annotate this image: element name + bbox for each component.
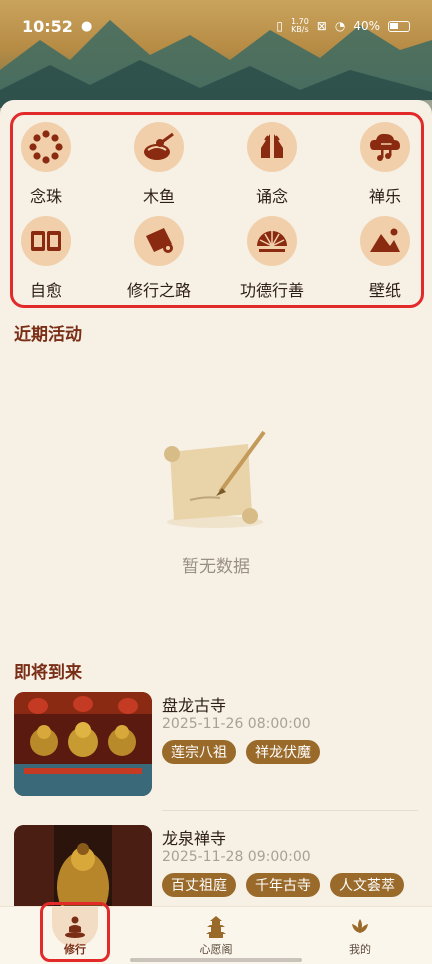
event-tag: 千年古寺 xyxy=(246,873,320,897)
event-tag: 祥龙伏魔 xyxy=(246,740,320,764)
main-content: 念珠 木鱼 诵念 禅乐 自愈 修行之路 功德行善 壁纸 近期活动 暂无数据 即将… xyxy=(0,100,432,929)
battery-icon xyxy=(388,20,410,32)
event-tag: 人文荟萃 xyxy=(330,873,404,897)
divider xyxy=(162,810,418,811)
nav-highlight-box xyxy=(40,902,110,962)
feature-label: 念珠 xyxy=(29,187,62,206)
feature-merit[interactable]: 功德行善 xyxy=(222,212,322,304)
feature-label: 壁纸 xyxy=(368,281,401,300)
event-tag: 莲宗八祖 xyxy=(162,740,236,764)
recent-section-title: 近期活动 xyxy=(14,325,82,345)
scripture-cards-icon xyxy=(21,216,71,266)
upcoming-section-title: 即将到来 xyxy=(14,663,82,683)
feature-self-healing[interactable]: 自愈 xyxy=(0,212,96,304)
feature-label: 功德行善 xyxy=(239,281,304,300)
event-time: 2025-11-28 09:00:00 xyxy=(162,849,311,865)
feature-label: 禅乐 xyxy=(368,187,401,206)
event-tags: 百丈祖庭 千年古寺 人文荟萃 xyxy=(162,873,404,897)
feature-label: 木鱼 xyxy=(142,187,175,206)
feature-zen-music[interactable]: 禅乐 xyxy=(335,118,432,210)
lotus-icon xyxy=(315,915,405,939)
event-card[interactable]: 盘龙古寺 2025-11-26 08:00:00 莲宗八祖 祥龙伏魔 xyxy=(14,692,418,798)
vibrate-icon: ▯ xyxy=(276,19,283,33)
battery-percent: 40% xyxy=(353,19,380,33)
network-speed-unit: KB/s xyxy=(291,25,309,34)
pagoda-icon xyxy=(171,915,261,939)
status-bar: 10:52 ● ▯ 1.70 KB/s ⊠ ◔ 40% xyxy=(0,0,432,52)
wifi-icon: ◔ xyxy=(334,19,346,33)
wechat-notification-icon: ● xyxy=(80,18,93,34)
wooden-fish-icon xyxy=(134,122,184,172)
mountain-icon xyxy=(360,216,410,266)
fan-icon xyxy=(247,216,297,266)
feature-prayer-beads[interactable]: 念珠 xyxy=(0,118,96,210)
event-title: 盘龙古寺 xyxy=(162,696,227,715)
event-tag: 百丈祖庭 xyxy=(162,873,236,897)
home-indicator[interactable] xyxy=(130,958,302,962)
nav-tab-wish-pavilion[interactable]: 心愿阁 xyxy=(171,907,261,964)
feature-wallpaper[interactable]: 壁纸 xyxy=(335,212,432,304)
feature-label: 诵念 xyxy=(255,187,288,206)
praying-hands-icon xyxy=(247,122,297,172)
status-time: 10:52 xyxy=(22,16,73,36)
event-thumbnail xyxy=(14,692,152,796)
event-title: 龙泉禅寺 xyxy=(162,829,227,848)
feature-label: 修行之路 xyxy=(126,281,191,300)
nav-label: 我的 xyxy=(349,943,371,956)
feature-practice-path[interactable]: 修行之路 xyxy=(109,212,209,304)
feature-wooden-fish[interactable]: 木鱼 xyxy=(109,118,209,210)
event-tags: 莲宗八祖 祥龙伏魔 xyxy=(162,740,320,764)
network-speed: 1.70 KB/s xyxy=(291,18,309,34)
empty-state-text: 暂无数据 xyxy=(182,557,250,577)
event-time: 2025-11-26 08:00:00 xyxy=(162,716,311,732)
prayer-beads-icon xyxy=(21,122,71,172)
nav-label: 心愿阁 xyxy=(199,943,233,956)
nav-tab-mine[interactable]: 我的 xyxy=(315,907,405,964)
scroll-icon xyxy=(134,216,184,266)
feature-recitation[interactable]: 诵念 xyxy=(222,118,322,210)
empty-scroll-illustration xyxy=(160,422,280,546)
music-cloud-icon xyxy=(360,122,410,172)
feature-label: 自愈 xyxy=(29,281,62,300)
sim-off-icon: ⊠ xyxy=(316,19,327,33)
